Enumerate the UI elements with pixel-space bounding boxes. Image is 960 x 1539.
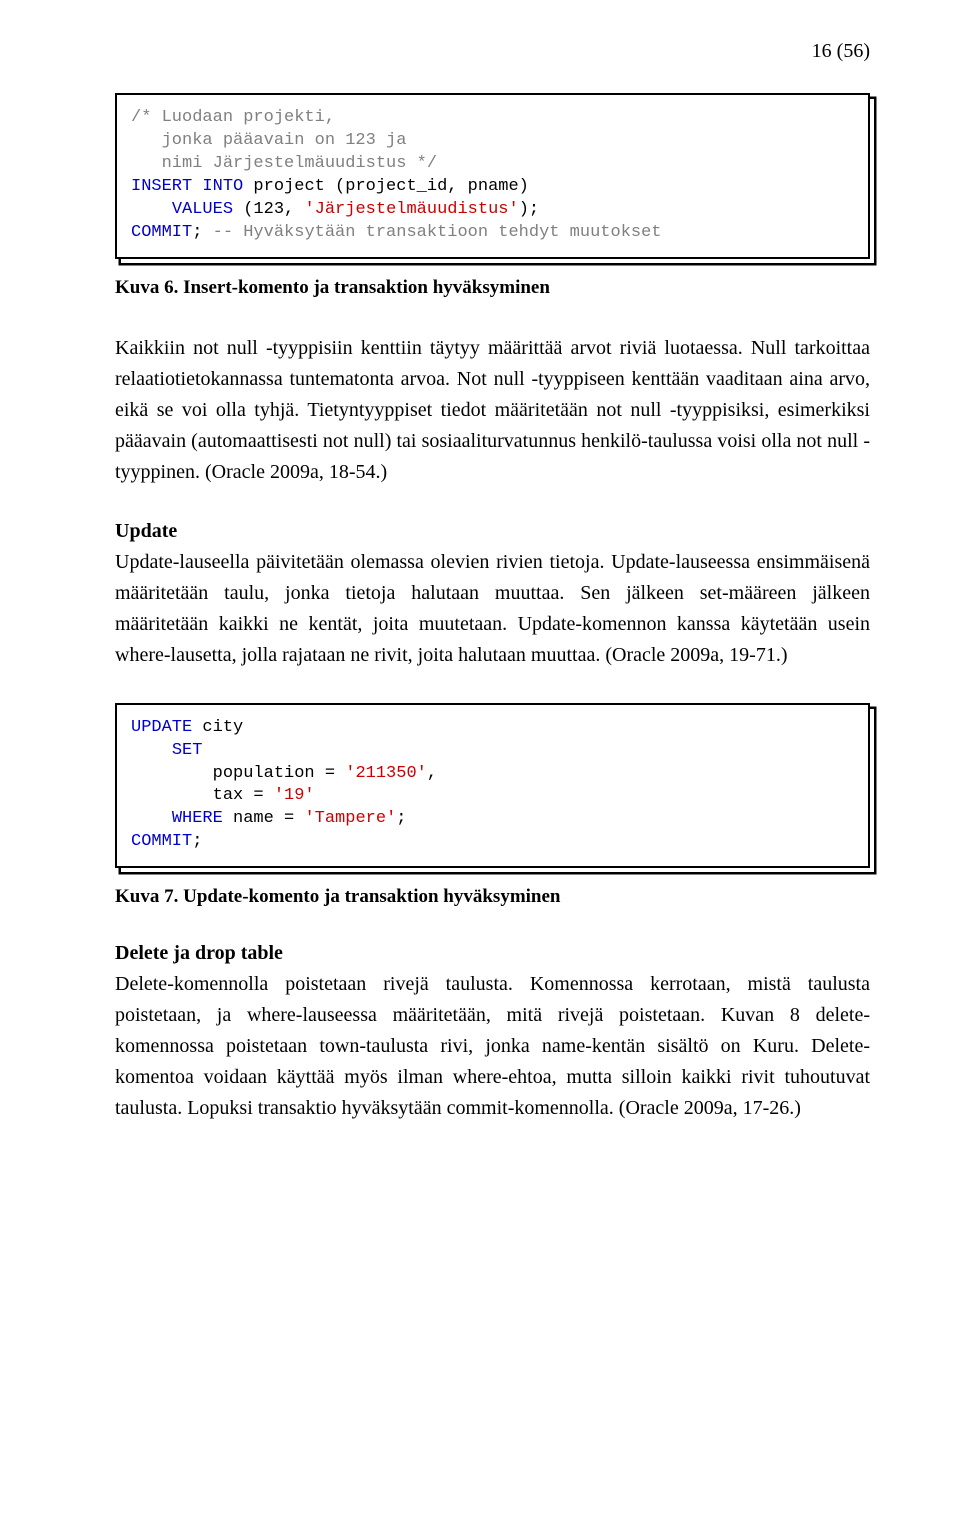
code-text: ; [396,809,406,828]
code-block-update: UPDATE city SET population = '211350', t… [115,703,870,869]
code-keyword: SET [172,741,203,760]
code-string: 'Järjestelmäuudistus' [304,200,518,219]
code-comment: -- Hyväksytään transaktioon tehdyt muuto… [202,223,661,242]
code-comment: /* Luodaan projekti, [131,108,335,127]
code-keyword: COMMIT [131,832,192,851]
code-text: ; [192,223,202,242]
section-heading-delete: Delete ja drop table [115,942,870,965]
code-text: city [192,718,243,737]
body-paragraph: Kaikkiin not null -tyyppisiin kenttiin t… [115,333,870,488]
code-string: '211350' [345,764,427,783]
document-page: 16 (56) /* Luodaan projekti, jonka pääav… [0,0,960,1184]
code-keyword: WHERE [172,809,223,828]
code-text: ; [192,832,202,851]
body-paragraph: Delete-komennolla poistetaan rivejä taul… [115,969,870,1124]
code-text: name = [223,809,305,828]
code-comment: nimi Järjestelmäuudistus */ [131,154,437,173]
code-text: , [427,764,437,783]
code-text: (123, [233,200,304,219]
code-text: project (project_id, pname) [243,177,529,196]
code-keyword: COMMIT [131,223,192,242]
code-keyword: VALUES [172,200,233,219]
code-text: population = [131,764,345,783]
code-text: ); [519,200,539,219]
code-comment: jonka pääavain on 123 ja [131,131,406,150]
figure-caption-7: Kuva 7. Update-komento ja transaktion hy… [115,886,870,908]
code-string: '19' [274,786,315,805]
code-string: 'Tampere' [304,809,396,828]
section-heading-update: Update [115,520,870,543]
code-keyword: INSERT [131,177,192,196]
figure-caption-6: Kuva 6. Insert-komento ja transaktion hy… [115,277,870,299]
code-block-insert: /* Luodaan projekti, jonka pääavain on 1… [115,93,870,259]
code-keyword: INTO [202,177,243,196]
body-paragraph: Update-lauseella päivitetään olemassa ol… [115,547,870,671]
code-text: tax = [131,786,274,805]
page-number: 16 (56) [115,40,870,63]
code-keyword: UPDATE [131,718,192,737]
